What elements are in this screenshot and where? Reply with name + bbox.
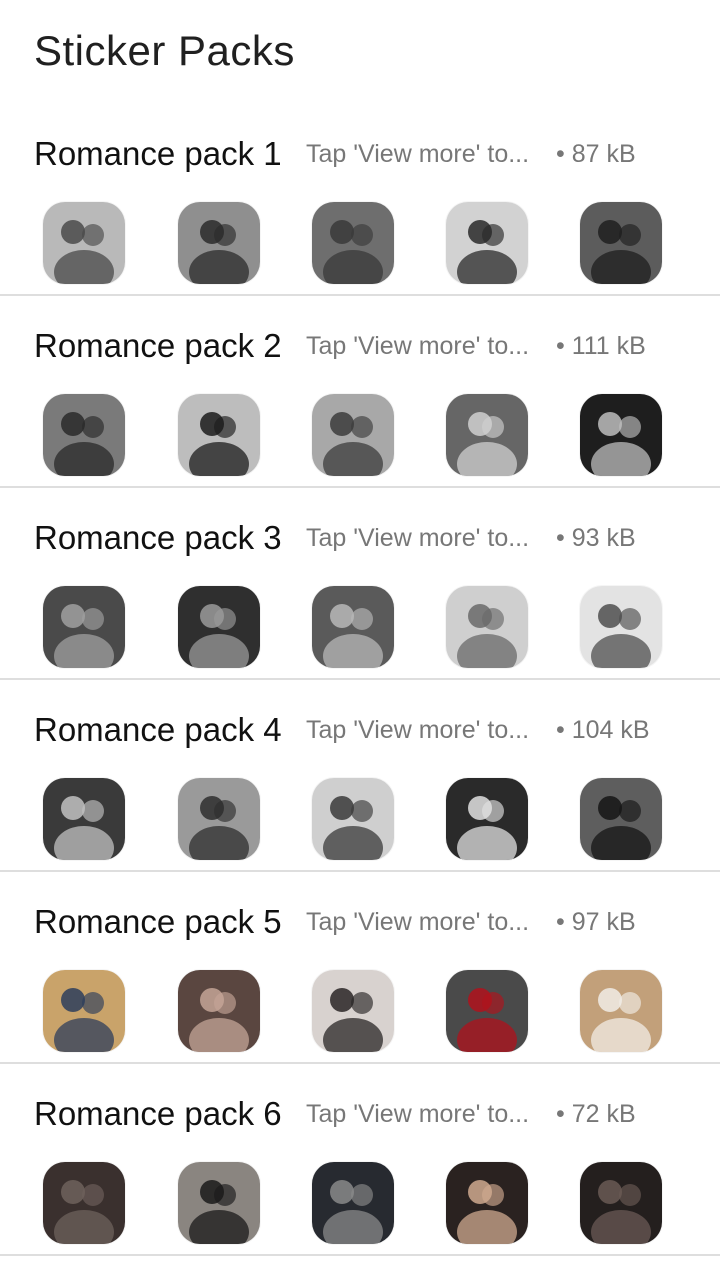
pack-description: Tap 'View more' to... [306, 908, 530, 936]
sticker-pack-row[interactable]: Romance pack 4 Tap 'View more' to... • 104… [0, 680, 720, 872]
sticker-preview-strip [43, 778, 663, 860]
couple-photo-icon [43, 970, 125, 1052]
pack-name: Romance pack 3 [34, 519, 282, 556]
sticker-preview-strip [43, 394, 663, 476]
sticker-thumbnail[interactable] [446, 202, 528, 284]
sticker-pack-row[interactable]: Romance pack 2 Tap 'View more' to... • 111… [0, 296, 720, 488]
sticker-thumbnail[interactable] [43, 394, 125, 476]
couple-photo-icon [312, 1162, 394, 1244]
sticker-pack-row[interactable]: Romance pack 3 Tap 'View more' to... • 93 … [0, 488, 720, 680]
pack-description: Tap 'View more' to... [306, 332, 530, 360]
couple-photo-icon [43, 586, 125, 668]
couple-photo-icon [580, 586, 662, 668]
couple-photo-icon [446, 1162, 528, 1244]
sticker-thumbnail[interactable] [178, 202, 260, 284]
pack-size: • 104 kB [556, 716, 650, 744]
sticker-thumbnail[interactable] [446, 394, 528, 476]
couple-photo-icon [446, 394, 528, 476]
sticker-thumbnail[interactable] [580, 202, 662, 284]
sticker-thumbnail[interactable] [178, 970, 260, 1052]
sticker-thumbnail[interactable] [580, 394, 662, 476]
pack-size: • 97 kB [556, 908, 636, 936]
pack-name: Romance pack 4 [34, 711, 282, 748]
couple-photo-icon [312, 394, 394, 476]
couple-photo-icon [43, 202, 125, 284]
couple-photo-icon [43, 1162, 125, 1244]
pack-description: Tap 'View more' to... [306, 524, 530, 552]
sticker-thumbnail[interactable] [43, 778, 125, 860]
pack-size: • 111 kB [556, 332, 646, 360]
pack-description: Tap 'View more' to... [306, 716, 530, 744]
sticker-thumbnail[interactable] [43, 1162, 125, 1244]
pack-name: Romance pack 2 [34, 327, 282, 364]
sticker-thumbnail[interactable] [580, 586, 662, 668]
sticker-thumbnail[interactable] [312, 1162, 394, 1244]
sticker-thumbnail[interactable] [43, 586, 125, 668]
sticker-preview-strip [43, 586, 663, 668]
pack-header: Romance pack 1 Tap 'View more' to... • 87 … [34, 134, 694, 174]
pack-name: Romance pack 6 [34, 1095, 282, 1132]
sticker-packs-screen: Sticker Packs Romance pack 1 Tap 'View mo… [0, 0, 720, 1280]
couple-photo-icon [178, 778, 260, 860]
sticker-thumbnail[interactable] [446, 778, 528, 860]
couple-photo-icon [178, 970, 260, 1052]
pack-description: Tap 'View more' to... [306, 140, 530, 168]
couple-photo-icon [446, 586, 528, 668]
sticker-thumbnail[interactable] [312, 202, 394, 284]
sticker-thumbnail[interactable] [178, 1162, 260, 1244]
pack-name: Romance pack 5 [34, 903, 282, 940]
pack-header: Romance pack 4 Tap 'View more' to... • 104… [34, 710, 694, 750]
couple-photo-icon [580, 394, 662, 476]
sticker-thumbnail[interactable] [312, 586, 394, 668]
sticker-thumbnail[interactable] [580, 1162, 662, 1244]
sticker-pack-row[interactable]: Romance pack 1 Tap 'View more' to... • 87 … [0, 104, 720, 296]
pack-header: Romance pack 3 Tap 'View more' to... • 93 … [34, 518, 694, 558]
couple-photo-icon [178, 202, 260, 284]
couple-photo-icon [446, 778, 528, 860]
sticker-preview-strip [43, 1162, 663, 1244]
sticker-thumbnail[interactable] [178, 394, 260, 476]
sticker-thumbnail[interactable] [178, 778, 260, 860]
sticker-pack-row[interactable]: Romance pack 5 Tap 'View more' to... • 97 … [0, 872, 720, 1064]
sticker-thumbnail[interactable] [178, 586, 260, 668]
couple-photo-icon [312, 778, 394, 860]
couple-photo-icon [580, 778, 662, 860]
couple-photo-icon [580, 970, 662, 1052]
sticker-pack-row[interactable]: Romance pack 6 Tap 'View more' to... • 72 … [0, 1064, 720, 1256]
sticker-thumbnail[interactable] [312, 394, 394, 476]
couple-photo-icon [312, 202, 394, 284]
couple-photo-icon [43, 778, 125, 860]
pack-header: Romance pack 6 Tap 'View more' to... • 72 … [34, 1094, 694, 1134]
couple-photo-icon [446, 970, 528, 1052]
sticker-thumbnail[interactable] [312, 778, 394, 860]
pack-header: Romance pack 2 Tap 'View more' to... • 111… [34, 326, 694, 366]
couple-photo-icon [178, 586, 260, 668]
couple-photo-icon [43, 394, 125, 476]
pack-size: • 93 kB [556, 524, 636, 552]
couple-photo-icon [580, 202, 662, 284]
sticker-preview-strip [43, 202, 663, 284]
couple-photo-icon [446, 202, 528, 284]
sticker-thumbnail[interactable] [312, 970, 394, 1052]
pack-header: Romance pack 5 Tap 'View more' to... • 97 … [34, 902, 694, 942]
couple-photo-icon [312, 970, 394, 1052]
pack-name: Romance pack 1 [34, 135, 282, 172]
pack-description: Tap 'View more' to... [306, 1100, 530, 1128]
row-divider [0, 1254, 720, 1256]
couple-photo-icon [178, 1162, 260, 1244]
sticker-thumbnail[interactable] [43, 202, 125, 284]
sticker-preview-strip [43, 970, 663, 1052]
pack-size: • 72 kB [556, 1100, 636, 1128]
page-title: Sticker Packs [34, 27, 295, 74]
pack-size: • 87 kB [556, 140, 636, 168]
sticker-thumbnail[interactable] [446, 586, 528, 668]
sticker-thumbnail[interactable] [446, 1162, 528, 1244]
sticker-thumbnail[interactable] [580, 970, 662, 1052]
couple-photo-icon [178, 394, 260, 476]
couple-photo-icon [312, 586, 394, 668]
sticker-thumbnail[interactable] [446, 970, 528, 1052]
sticker-thumbnail[interactable] [43, 970, 125, 1052]
couple-photo-icon [580, 1162, 662, 1244]
sticker-thumbnail[interactable] [580, 778, 662, 860]
